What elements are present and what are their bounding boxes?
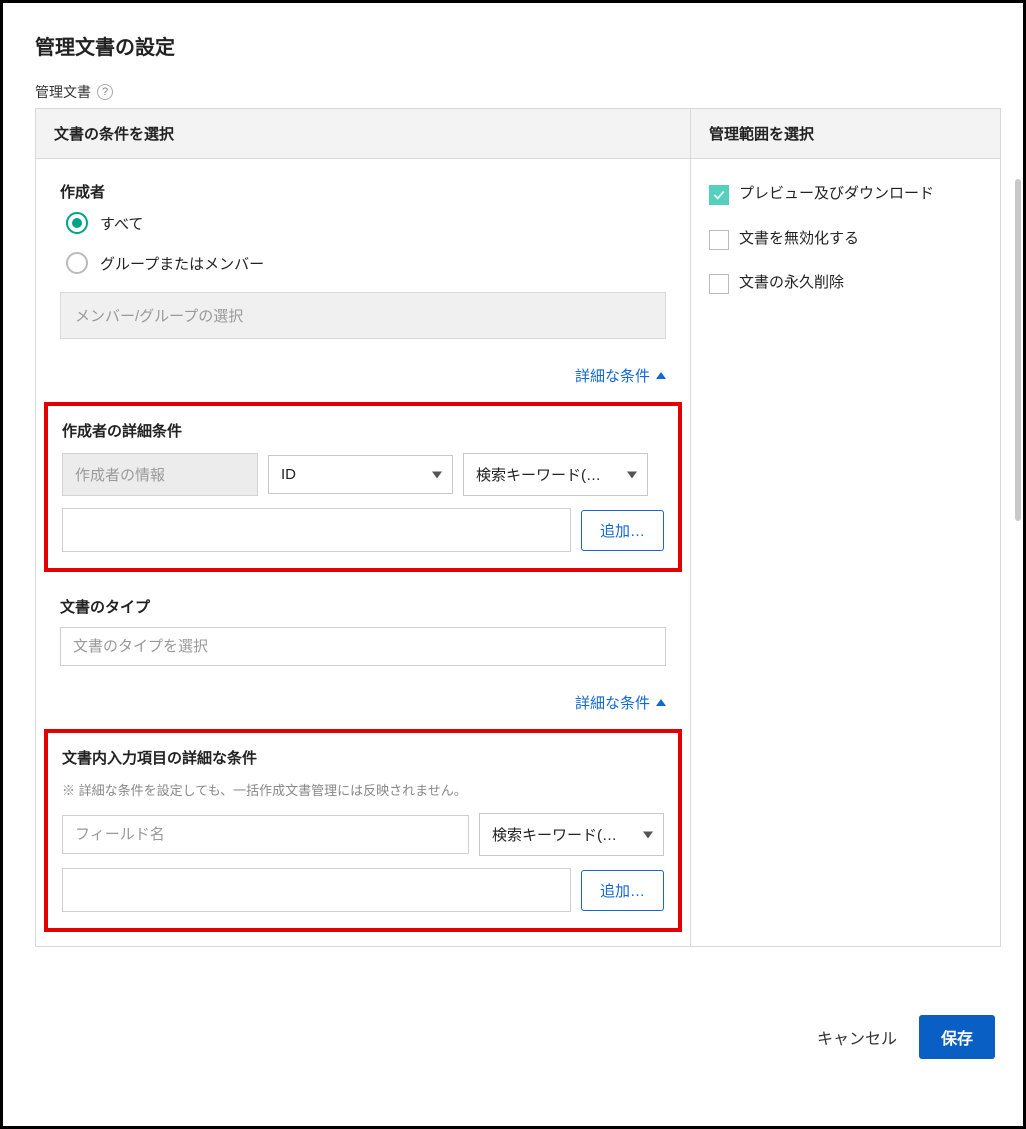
advanced-conditions-label-2: 詳細な条件 (575, 692, 650, 713)
input-advanced-note: ※ 詳細な条件を設定しても、一括作成文書管理には反映されません。 (62, 780, 664, 799)
creator-info-select: 作成者の情報 (62, 453, 258, 496)
input-advanced-box: 文書内入力項目の詳細な条件 ※ 詳細な条件を設定しても、一括作成文書管理には反映… (44, 729, 682, 932)
input-keyword-value: 検索キーワード(… (492, 827, 617, 844)
cancel-button[interactable]: キャンセル (817, 1025, 897, 1049)
scope-delete-label: 文書の永久削除 (739, 272, 844, 295)
chevron-up-icon (656, 699, 666, 706)
checkbox-checked-icon (709, 185, 729, 205)
help-icon[interactable]: ? (97, 84, 113, 100)
footer: キャンセル 保存 (35, 1015, 1001, 1059)
creator-adv-add-button[interactable]: 追加… (581, 510, 664, 551)
scope-preview-label: プレビュー及びダウンロード (739, 183, 934, 206)
radio-group[interactable]: グループまたはメンバー (66, 252, 666, 274)
creator-info-placeholder: 作成者の情報 (75, 467, 165, 484)
input-adv-value-input[interactable] (62, 868, 571, 912)
chevron-up-icon (656, 372, 666, 379)
doctype-block: 文書のタイプ (36, 586, 690, 674)
radio-all[interactable]: すべて (66, 212, 666, 234)
scope-column: 管理範囲を選択 プレビュー及びダウンロード 文書を無効化する 文書の永久削除 (690, 109, 1000, 946)
checkbox-empty-icon (709, 230, 729, 250)
radio-group-label: グループまたはメンバー (100, 253, 264, 274)
scope-header: 管理範囲を選択 (691, 109, 1000, 159)
scope-delete-row[interactable]: 文書の永久削除 (709, 272, 982, 295)
section-label: 管理文書 ? (35, 82, 1001, 102)
doctype-title: 文書のタイプ (60, 596, 666, 617)
chevron-down-icon (627, 471, 637, 478)
page-title: 管理文書の設定 (35, 31, 1001, 60)
creator-advanced-box: 作成者の詳細条件 作成者の情報 ID (44, 402, 682, 572)
checkbox-empty-icon (709, 274, 729, 294)
input-adv-add-button[interactable]: 追加… (581, 870, 664, 911)
radio-all-indicator (66, 212, 88, 234)
advanced-conditions-toggle-2[interactable]: 詳細な条件 (36, 674, 690, 729)
advanced-conditions-label: 詳細な条件 (575, 365, 650, 386)
section-label-text: 管理文書 (35, 82, 91, 102)
creator-title: 作成者 (60, 181, 666, 202)
input-keyword-select[interactable]: 検索キーワード(… (479, 813, 664, 856)
radio-all-label: すべて (100, 213, 143, 234)
creator-field-value: ID (281, 466, 296, 483)
doctype-select-input[interactable] (60, 627, 666, 666)
creator-keyword-select[interactable]: 検索キーワード(… (463, 453, 648, 496)
scope-disable-row[interactable]: 文書を無効化する (709, 228, 982, 251)
creator-keyword-value: 検索キーワード(… (476, 467, 601, 484)
creator-advanced-title: 作成者の詳細条件 (62, 420, 664, 441)
chevron-down-icon (432, 471, 442, 478)
scrollbar-track[interactable] (1015, 179, 1021, 521)
conditions-header: 文書の条件を選択 (36, 109, 690, 159)
creator-adv-value-input[interactable] (62, 508, 571, 552)
scope-disable-label: 文書を無効化する (739, 228, 859, 251)
chevron-down-icon (643, 831, 653, 838)
input-advanced-title: 文書内入力項目の詳細な条件 (62, 747, 664, 768)
scope-preview-row[interactable]: プレビュー及びダウンロード (709, 183, 982, 206)
radio-group-indicator (66, 252, 88, 274)
advanced-conditions-toggle-1[interactable]: 詳細な条件 (36, 347, 690, 402)
member-select-input[interactable]: メンバー/グループの選択 (60, 292, 666, 339)
save-button[interactable]: 保存 (919, 1015, 995, 1059)
field-name-input[interactable] (62, 815, 469, 854)
creator-block: 作成者 すべて グループまたはメンバー メンバー/グループの選択 (36, 159, 690, 347)
panel-wrap: 文書の条件を選択 作成者 すべて グループまたはメンバー メンバー/グループの選… (35, 108, 1001, 947)
conditions-column: 文書の条件を選択 作成者 すべて グループまたはメンバー メンバー/グループの選… (36, 109, 690, 946)
creator-field-select[interactable]: ID (268, 455, 453, 494)
